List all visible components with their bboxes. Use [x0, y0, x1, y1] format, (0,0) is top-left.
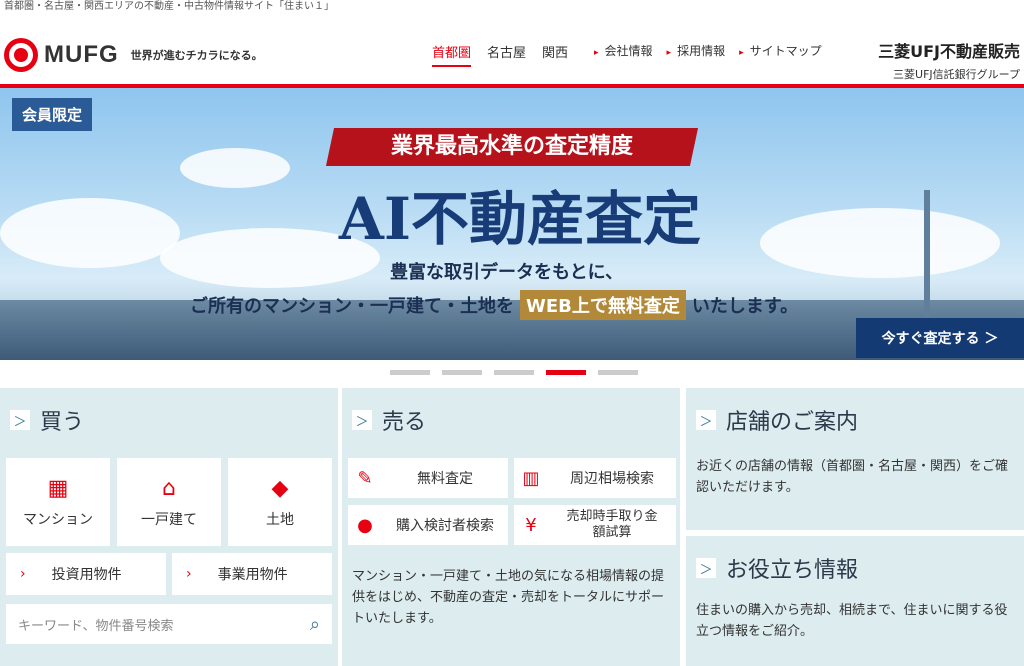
carousel-dot[interactable]: [390, 370, 430, 375]
row-label: 投資用物件: [51, 567, 122, 583]
tile-label: 土地: [266, 511, 294, 528]
buyer-search-button[interactable]: ● 購入検討者検索: [348, 505, 508, 545]
logo-slogan: 世界が進むチカラになる。: [130, 49, 263, 62]
button-label: 購入検討者検索: [396, 518, 494, 534]
mufg-logo-icon: [4, 38, 38, 72]
search-placeholder: キーワード、物件番号検索: [18, 618, 174, 634]
house-icon: ⌂: [162, 475, 176, 501]
site-header: MUFG 世界が進むチカラになる。 首都圏 名古屋 関西 会社情報 採用情報 サ…: [0, 14, 1024, 84]
carousel-dot[interactable]: [598, 370, 638, 375]
land-icon: ◆: [271, 475, 289, 501]
nav-area-nagoya[interactable]: 名古屋: [487, 42, 526, 67]
button-label: 無料査定: [417, 471, 473, 487]
info-title[interactable]: ＞ お役立ち情報: [696, 552, 858, 584]
buy-mansion-tile[interactable]: ▦ マンション: [6, 458, 110, 546]
mufg-logo[interactable]: MUFG 世界が進むチカラになる。: [4, 38, 263, 72]
button-label: 周辺相場検索: [570, 471, 654, 487]
corp-name: 三菱UFJ不動産販売: [878, 42, 1020, 61]
chevron-right-icon: ＞: [696, 558, 716, 578]
info-title-text: お役立ち情報: [726, 558, 859, 583]
search-icon[interactable]: ⌕: [310, 614, 320, 635]
hero-subtext-1: 豊富な取引データをもとに、: [390, 262, 624, 283]
info-description: 住まいの購入から売却、相続まで、住まいに関する役立つ情報をご紹介。: [696, 603, 1008, 639]
tile-label: マンション: [23, 511, 93, 528]
building-icon: ▦: [47, 475, 69, 501]
link-company-info[interactable]: 会社情報: [594, 42, 653, 59]
store-title-text: 店舗のご案内: [726, 410, 859, 435]
sell-title[interactable]: ＞ 売る: [352, 404, 426, 436]
business-property-button[interactable]: › 事業用物件: [172, 553, 332, 595]
chevron-right-icon: ›: [20, 566, 26, 582]
info-panel: ＞ お役立ち情報 住まいの購入から売却、相続まで、住まいに関する役立つ情報をご紹…: [686, 536, 1024, 666]
hero-banner[interactable]: 会員限定 業界最高水準の査定精度 AI不動産査定 豊富な取引データをもとに、 ご…: [0, 88, 1024, 360]
chevron-right-icon: ＞: [696, 410, 716, 430]
free-assessment-button[interactable]: ✎ 無料査定: [348, 458, 508, 498]
tile-label: 一戸建て: [141, 511, 197, 528]
cloud-decoration: [0, 198, 180, 268]
link-sitemap[interactable]: サイトマップ: [739, 42, 822, 59]
buy-house-tile[interactable]: ⌂ 一戸建て: [117, 458, 221, 546]
carousel-dot[interactable]: [442, 370, 482, 375]
cloud-decoration: [760, 208, 1000, 278]
buy-title[interactable]: ＞ 買う: [10, 404, 84, 436]
hero-subtext-post: いたします。: [691, 296, 799, 317]
person-icon: ●: [357, 514, 373, 536]
market-search-button[interactable]: ▥ 周辺相場検索: [514, 458, 676, 498]
carousel-indicators: [390, 370, 638, 375]
document-pen-icon: ✎: [357, 467, 373, 489]
site-tagline: 首都圏・名古屋・関西エリアの不動産・中古物件情報サイト「住まい１」: [4, 1, 334, 12]
cloud-decoration: [180, 148, 290, 188]
bar-chart-icon: ▥: [522, 467, 540, 489]
hero-ribbon: 業界最高水準の査定精度: [325, 128, 699, 166]
net-proceeds-calc-button[interactable]: ¥ 売却時手取り金額試算: [514, 505, 676, 545]
ribbon-text: 業界最高水準の査定精度: [390, 134, 633, 159]
hero-subtext-2: ご所有のマンション・一戸建て・土地を WEB上で無料査定 いたします。: [190, 290, 798, 320]
nav-area-kansai[interactable]: 関西: [542, 42, 568, 67]
sell-title-text: 売る: [382, 410, 427, 435]
buy-land-tile[interactable]: ◆ 土地: [228, 458, 332, 546]
button-label: 売却時手取り金額試算: [566, 509, 658, 540]
keyword-search-input[interactable]: キーワード、物件番号検索 ⌕: [6, 604, 332, 644]
nav-area-shutoken[interactable]: 首都圏: [432, 42, 472, 67]
investment-property-button[interactable]: › 投資用物件: [6, 553, 166, 595]
yen-icon: ¥: [525, 514, 537, 536]
hero-highlight: WEB上で無料査定: [520, 290, 686, 320]
store-description: お近くの店舗の情報（首都圏・名古屋・関西）をご確認いただけます。: [696, 459, 1009, 495]
assess-now-button[interactable]: 今すぐ査定する ＞: [856, 318, 1024, 358]
skytree-icon: [924, 190, 930, 320]
chevron-right-icon: ＞: [352, 410, 372, 430]
area-nav: 首都圏 名古屋 関西: [432, 42, 568, 67]
hero-headline: AI不動産査定: [338, 185, 702, 253]
hero-subtext-pre: ご所有のマンション・一戸建て・土地を: [190, 296, 514, 317]
members-only-badge: 会員限定: [12, 98, 93, 131]
chevron-right-icon: ›: [186, 566, 192, 582]
corporate-links: 会社情報 採用情報 サイトマップ: [594, 42, 822, 59]
logo-text: MUFG: [44, 41, 119, 68]
store-panel: ＞ 店舗のご案内 お近くの店舗の情報（首都圏・名古屋・関西）をご確認いただけます…: [686, 388, 1024, 530]
carousel-dot-active[interactable]: [546, 370, 586, 375]
store-title[interactable]: ＞ 店舗のご案内: [696, 404, 858, 436]
buy-title-text: 買う: [40, 410, 85, 435]
chevron-right-icon: ＞: [10, 410, 30, 430]
corp-group: 三菱UFJ信託銀行グループ: [893, 68, 1020, 81]
carousel-dot[interactable]: [494, 370, 534, 375]
row-label: 事業用物件: [217, 567, 288, 583]
link-recruit[interactable]: 採用情報: [667, 42, 725, 59]
sell-description: マンション・一戸建て・土地の気になる相場情報の提供をはじめ、不動産の査定・売却を…: [352, 569, 665, 626]
corporate-name[interactable]: 三菱UFJ不動産販売 三菱UFJ信託銀行グループ: [878, 38, 1020, 82]
